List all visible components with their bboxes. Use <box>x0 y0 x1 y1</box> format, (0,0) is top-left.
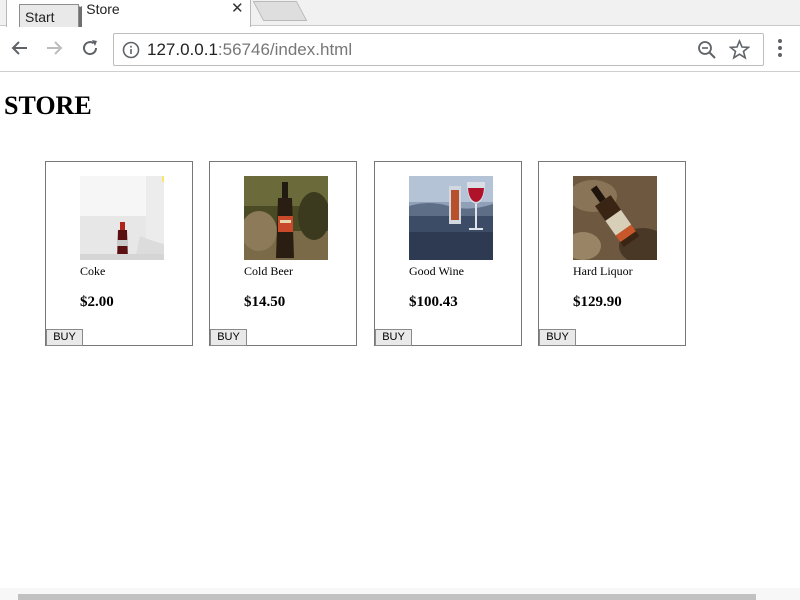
scrollbar-thumb[interactable] <box>18 594 756 600</box>
reload-icon <box>83 40 98 56</box>
browser-toolbar: 127.0.0.1:56746/index.html <box>0 27 800 72</box>
forward-arrow-icon <box>47 41 63 55</box>
start-tooltip: Start <box>19 4 79 29</box>
new-tab-button[interactable] <box>252 1 308 21</box>
product-name: Coke <box>80 264 106 278</box>
close-icon[interactable]: ✕ <box>231 0 244 18</box>
product-name: Cold Beer <box>244 264 293 278</box>
coke-bottle-image <box>80 176 164 260</box>
buy-button[interactable]: BUY <box>375 329 412 346</box>
tab-strip: ular Store ✕ <box>0 0 800 27</box>
product-price: $14.50 <box>244 294 286 310</box>
product-price: $100.43 <box>409 294 458 310</box>
buy-button[interactable]: BUY <box>46 329 83 346</box>
buy-button[interactable]: BUY <box>210 329 247 346</box>
tooltip-text: Start <box>25 9 55 25</box>
info-icon[interactable] <box>122 41 140 59</box>
product-card: Cold Beer $14.50 BUY <box>209 161 357 346</box>
url-host: 127.0.0.1 <box>147 40 218 59</box>
product-card: Good Wine $100.43 BUY <box>374 161 522 346</box>
forward-button[interactable] <box>41 35 67 61</box>
liquor-bottle-image <box>573 176 657 260</box>
zoom-out-icon[interactable] <box>697 40 717 60</box>
url-text[interactable]: 127.0.0.1:56746/index.html <box>147 40 352 60</box>
product-card: Coke $2.00 BUY <box>45 161 193 346</box>
product-price: $129.90 <box>573 294 622 310</box>
product-name: Hard Liquor <box>573 264 633 278</box>
kebab-menu-icon[interactable] <box>770 36 790 60</box>
reload-button[interactable] <box>77 35 103 61</box>
page-title: STORE <box>4 91 92 120</box>
url-path: :56746/index.html <box>217 40 353 59</box>
back-button[interactable] <box>7 35 33 61</box>
beer-bottle-image <box>244 176 328 260</box>
product-card: Hard Liquor $129.90 BUY <box>538 161 686 346</box>
bookmark-star-icon[interactable] <box>729 39 750 60</box>
product-price: $2.00 <box>80 294 114 310</box>
horizontal-scrollbar[interactable] <box>0 588 800 600</box>
back-arrow-icon <box>11 41 27 55</box>
product-name: Good Wine <box>409 264 464 278</box>
wine-glass-image <box>409 176 493 260</box>
address-bar[interactable]: 127.0.0.1:56746/index.html <box>113 33 764 66</box>
buy-button[interactable]: BUY <box>539 329 576 346</box>
